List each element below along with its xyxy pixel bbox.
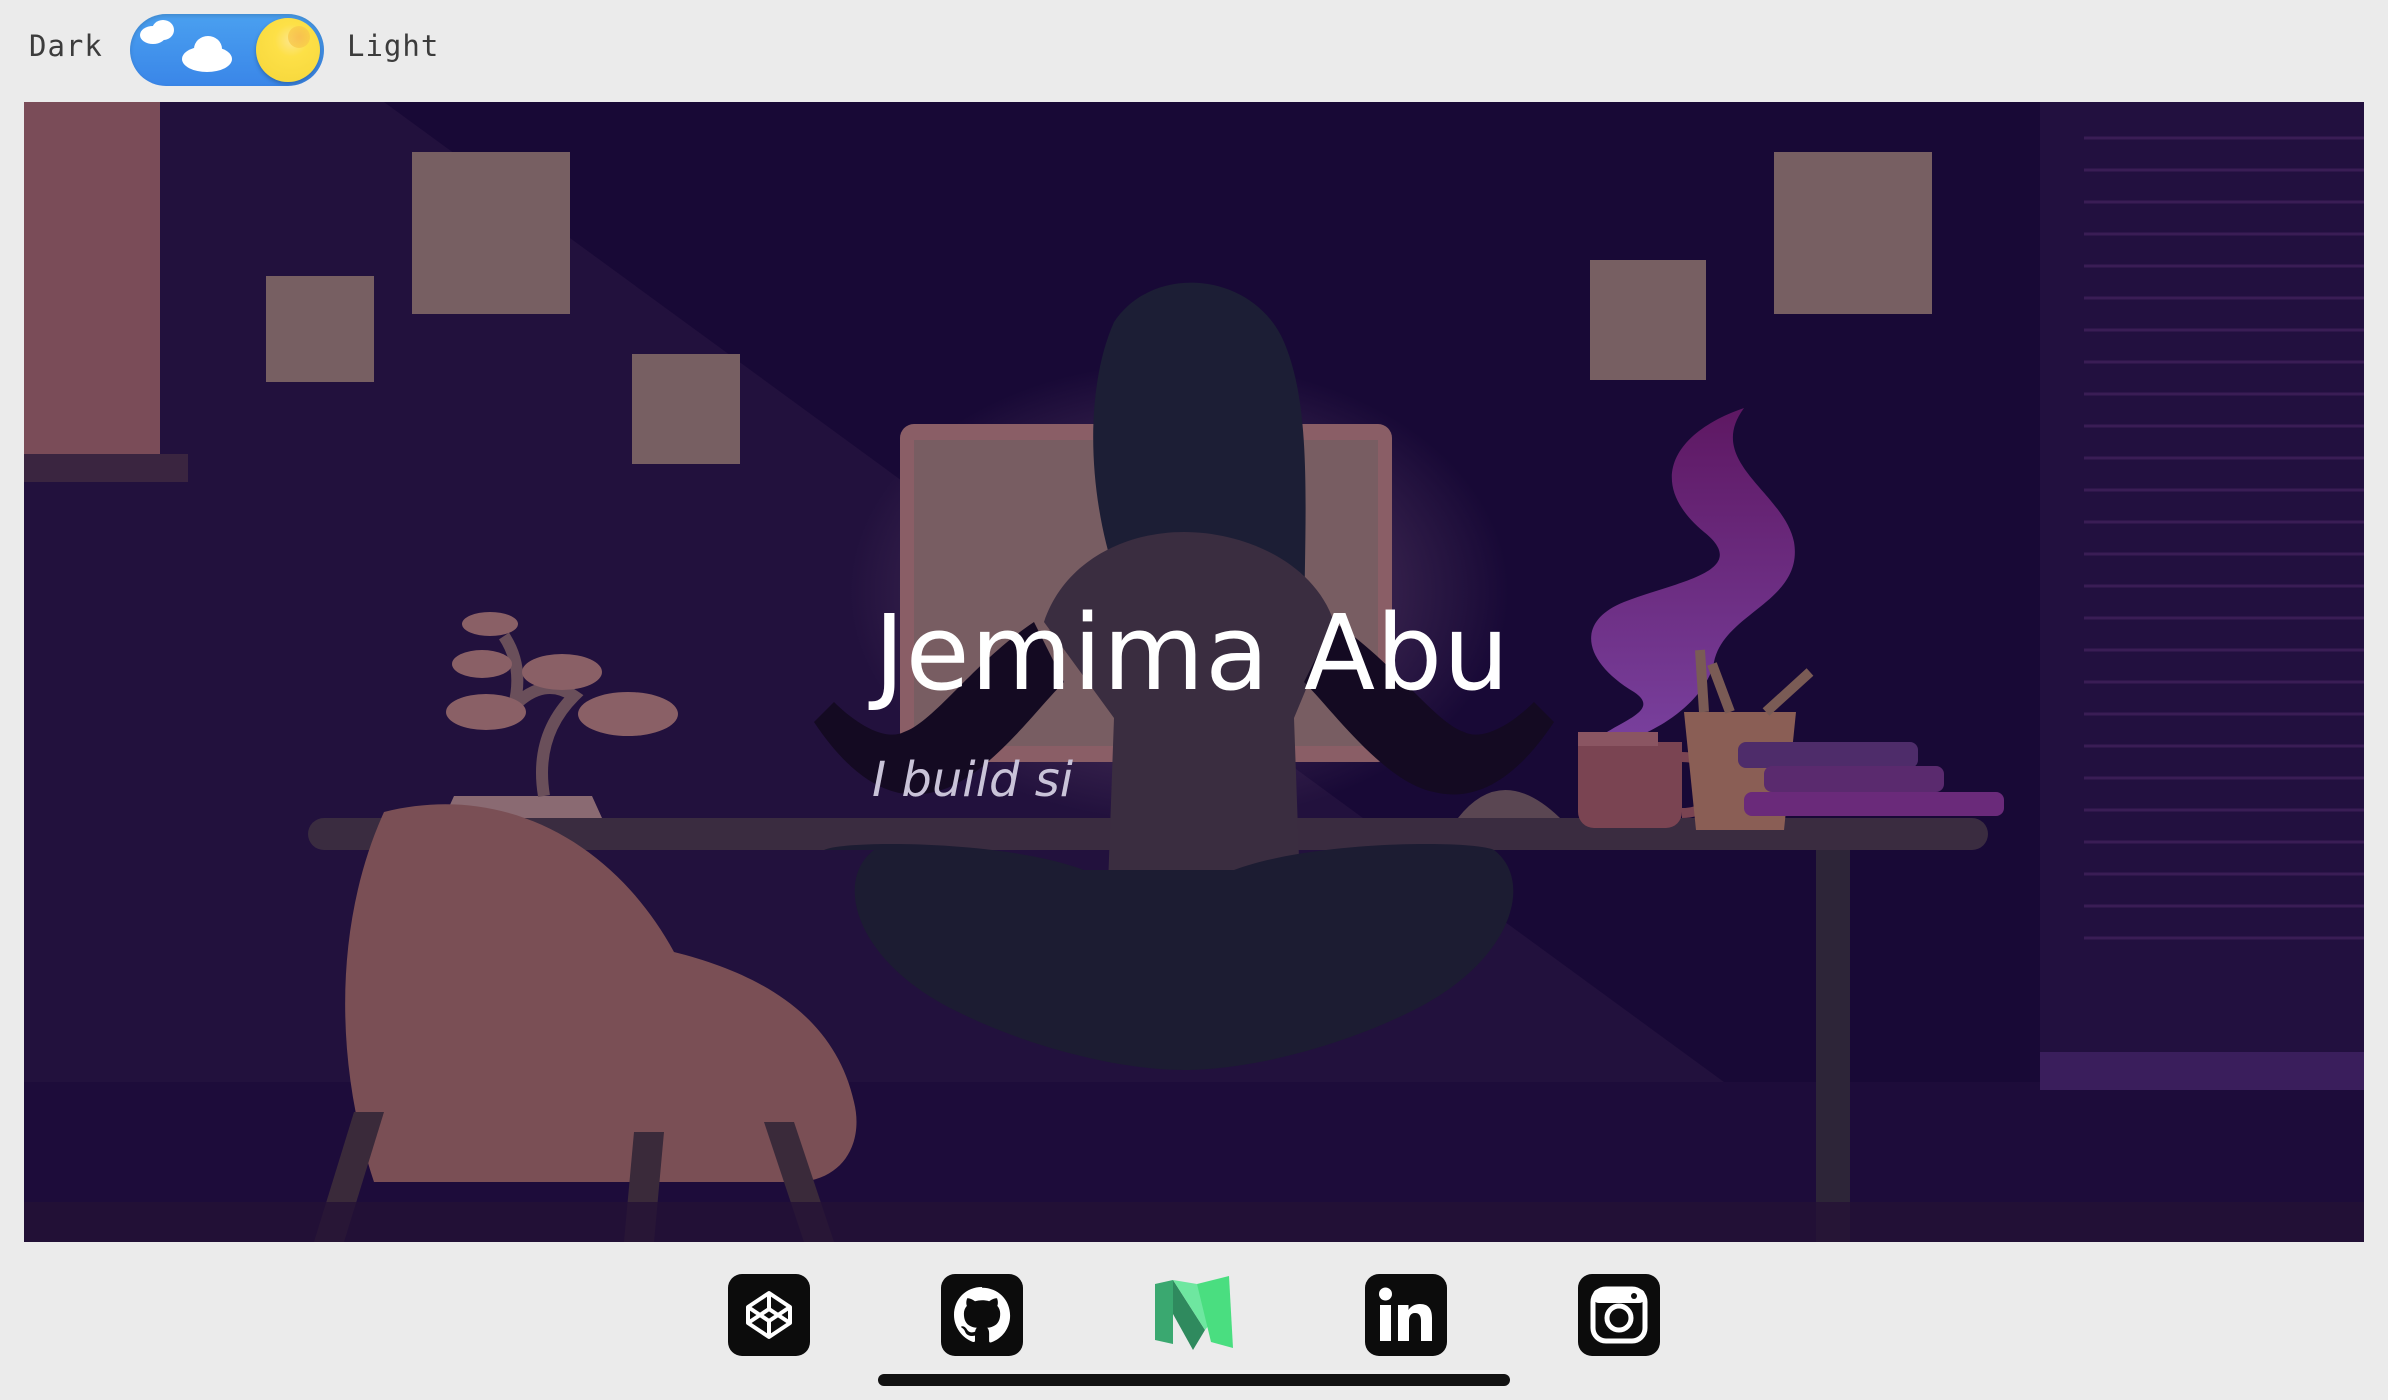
cloud-icon-part xyxy=(194,36,222,62)
instagram-icon xyxy=(1590,1286,1648,1344)
codepen-icon xyxy=(746,1291,792,1339)
github-icon xyxy=(954,1287,1011,1343)
theme-toggle[interactable] xyxy=(130,14,324,86)
medium-icon xyxy=(1155,1276,1233,1350)
linkedin-icon xyxy=(1379,1287,1432,1341)
github-link[interactable] xyxy=(941,1274,1023,1356)
hero-name: Jemima Abu xyxy=(874,592,1511,714)
cloud-icon-part xyxy=(152,20,174,40)
hero-tagline: I build si xyxy=(872,752,1074,808)
codepen-link[interactable] xyxy=(728,1274,810,1356)
hero-banner: Jemima Abu I build si xyxy=(24,102,2364,1242)
home-indicator xyxy=(878,1374,1510,1386)
instagram-link[interactable] xyxy=(1578,1274,1660,1356)
dark-mode-label[interactable]: Dark xyxy=(29,29,103,63)
sun-icon xyxy=(256,18,320,82)
light-mode-label[interactable]: Light xyxy=(347,29,439,63)
top-bar: Dark Light xyxy=(0,0,2388,100)
medium-link[interactable] xyxy=(1153,1274,1235,1356)
linkedin-link[interactable] xyxy=(1365,1274,1447,1356)
